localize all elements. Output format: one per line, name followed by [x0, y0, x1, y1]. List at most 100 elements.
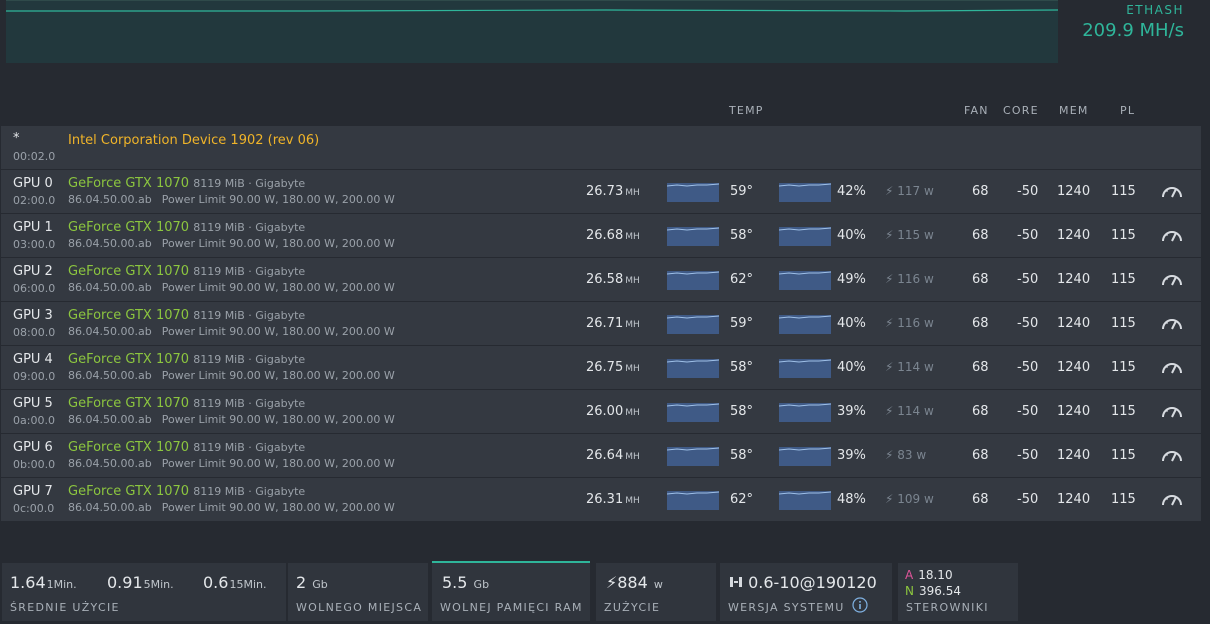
gpu-temp: 58°: [730, 228, 754, 243]
speedometer-icon[interactable]: [1161, 403, 1183, 419]
gpu-power: ⚡ 83 w: [885, 448, 927, 462]
gpu-power: ⚡ 117 w: [885, 184, 934, 198]
speedometer-icon[interactable]: [1161, 359, 1183, 375]
gpu-model: GeForce GTX 1070 8119 MiB · Gigabyte: [68, 220, 306, 235]
speedometer-icon[interactable]: [1161, 491, 1183, 507]
fan-sparkline: [779, 227, 831, 246]
power-label: ZUŻYCIE: [604, 601, 661, 614]
ram-label: WOLNEJ PAMIĘCI RAM: [440, 601, 583, 614]
load-average-box: 1.641Min. 0.915Min. 0.615Min. ŚREDNIE UŻ…: [2, 563, 286, 621]
cpu-row: * 00:02.0 Intel Corporation Device 1902 …: [1, 126, 1201, 170]
gpu-hashrate: 26.71 MH: [586, 316, 640, 331]
load-5min: 0.915Min.: [107, 573, 174, 592]
gpu-power-limit: Power Limit 90.00 W, 180.00 W, 200.00 W: [161, 457, 395, 470]
gpu-power-limit: Power Limit 90.00 W, 180.00 W, 200.00 W: [161, 501, 395, 514]
speedometer-icon[interactable]: [1161, 271, 1183, 287]
gpu-pl: 115: [1111, 404, 1136, 419]
fan-sparkline: [779, 315, 831, 334]
disk-label: WOLNEGO MIEJSCA: [296, 601, 423, 614]
bolt-icon: ⚡: [885, 492, 894, 506]
gpu-bios: 86.04.50.00.ab: [68, 237, 152, 250]
gpu-power-limit: Power Limit 90.00 W, 180.00 W, 200.00 W: [161, 237, 395, 250]
gpu-mem-clock: 1240: [1057, 448, 1091, 463]
gpu-memory-info: 8119 MiB · Gigabyte: [193, 485, 306, 498]
gpu-bus: 08:00.0: [13, 326, 56, 339]
gpu-hashrate: 26.58 MH: [586, 272, 640, 287]
cpu-name: Intel Corporation Device 1902 (rev 06): [68, 133, 320, 148]
gpu-fan: 68: [972, 184, 989, 199]
gpu-sub-info: 86.04.50.00.ab Power Limit 90.00 W, 180.0…: [68, 193, 395, 206]
gpu-bios: 86.04.50.00.ab: [68, 281, 152, 294]
gpu-row[interactable]: GPU 7 0c:00.0 GeForce GTX 1070 8119 MiB · …: [1, 478, 1201, 522]
algo-name: ETHASH: [1126, 3, 1184, 17]
gpu-model: GeForce GTX 1070 8119 MiB · Gigabyte: [68, 396, 306, 411]
cpu-bus: 00:02.0: [13, 150, 56, 163]
gpu-model: GeForce GTX 1070 8119 MiB · Gigabyte: [68, 352, 306, 367]
gpu-fan-percent: 49%: [837, 272, 866, 287]
gpu-memory-info: 8119 MiB · Gigabyte: [193, 441, 306, 454]
gpu-fan: 68: [972, 316, 989, 331]
gpu-power-limit: Power Limit 90.00 W, 180.00 W, 200.00 W: [161, 281, 395, 294]
gpu-bios: 86.04.50.00.ab: [68, 501, 152, 514]
hashrate-chart-svg: [6, 9, 1058, 12]
drivers-box: A 18.10 N 396.54 STEROWNIKI: [898, 563, 1018, 621]
speedometer-icon[interactable]: [1161, 227, 1183, 243]
gpu-temp: 58°: [730, 360, 754, 375]
driver-amd: A 18.10: [905, 568, 953, 582]
speedometer-icon[interactable]: [1161, 447, 1183, 463]
power-value: ⚡884 w: [606, 573, 663, 592]
cpu-id: *: [13, 131, 20, 146]
gpu-row[interactable]: GPU 4 09:00.0 GeForce GTX 1070 8119 MiB · …: [1, 346, 1201, 390]
bolt-icon: ⚡: [606, 573, 618, 592]
gpu-hashrate: 26.73 MH: [586, 184, 640, 199]
hashrate-sparkline: [667, 227, 719, 246]
bolt-icon: ⚡: [885, 228, 894, 242]
gpu-row[interactable]: GPU 2 06:00.0 GeForce GTX 1070 8119 MiB · …: [1, 258, 1201, 302]
gpu-sub-info: 86.04.50.00.ab Power Limit 90.00 W, 180.0…: [68, 281, 395, 294]
bolt-icon: ⚡: [885, 404, 894, 418]
gpu-row[interactable]: GPU 0 02:00.0 GeForce GTX 1070 8119 MiB · …: [1, 170, 1201, 214]
fan-sparkline: [779, 403, 831, 422]
gpu-core: -50: [1017, 228, 1039, 243]
gpu-core: -50: [1017, 360, 1039, 375]
gpu-hashrate: 26.75 MH: [586, 360, 640, 375]
gpu-hashrate: 26.68 MH: [586, 228, 640, 243]
gpu-core: -50: [1017, 272, 1039, 287]
hashrate-sparkline: [667, 183, 719, 202]
gpu-row[interactable]: GPU 6 0b:00.0 GeForce GTX 1070 8119 MiB · …: [1, 434, 1201, 478]
gpu-mem-clock: 1240: [1057, 184, 1091, 199]
gpu-row[interactable]: GPU 3 08:00.0 GeForce GTX 1070 8119 MiB · …: [1, 302, 1201, 346]
gpu-row[interactable]: GPU 5 0a:00.0 GeForce GTX 1070 8119 MiB · …: [1, 390, 1201, 434]
gpu-bus: 06:00.0: [13, 282, 56, 295]
speedometer-icon[interactable]: [1161, 315, 1183, 331]
gpu-memory-info: 8119 MiB · Gigabyte: [193, 177, 306, 190]
gpu-power-limit: Power Limit 90.00 W, 180.00 W, 200.00 W: [161, 325, 395, 338]
hashrate-sparkline: [667, 359, 719, 378]
gpu-bus: 02:00.0: [13, 194, 56, 207]
gpu-hashrate: 26.00 MH: [586, 404, 640, 419]
gpu-pl: 115: [1111, 492, 1136, 507]
hashrate-sparkline: [667, 491, 719, 510]
gpu-fan: 68: [972, 448, 989, 463]
fan-sparkline: [779, 359, 831, 378]
gpu-model: GeForce GTX 1070 8119 MiB · Gigabyte: [68, 484, 306, 499]
drivers-label: STEROWNIKI: [906, 601, 989, 614]
version-value: 0.6-10@190120: [729, 573, 877, 592]
gpu-row[interactable]: GPU 1 03:00.0 GeForce GTX 1070 8119 MiB · …: [1, 214, 1201, 258]
gpu-memory-info: 8119 MiB · Gigabyte: [193, 265, 306, 278]
info-icon[interactable]: [852, 597, 868, 613]
speedometer-icon[interactable]: [1161, 183, 1183, 199]
column-mem: MEM: [1059, 104, 1089, 117]
gpu-mem-clock: 1240: [1057, 272, 1091, 287]
bolt-icon: ⚡: [885, 316, 894, 330]
gpu-fan: 68: [972, 228, 989, 243]
gpu-fan-percent: 40%: [837, 316, 866, 331]
version-box: 0.6-10@190120 WERSJA SYSTEMU: [720, 563, 892, 621]
fan-sparkline: [779, 491, 831, 510]
bolt-icon: ⚡: [885, 448, 894, 462]
gpu-power-limit: Power Limit 90.00 W, 180.00 W, 200.00 W: [161, 369, 395, 382]
gpu-sub-info: 86.04.50.00.ab Power Limit 90.00 W, 180.0…: [68, 413, 395, 426]
hashrate-sparkline: [667, 271, 719, 290]
gpu-core: -50: [1017, 492, 1039, 507]
gpu-sub-info: 86.04.50.00.ab Power Limit 90.00 W, 180.0…: [68, 369, 395, 382]
